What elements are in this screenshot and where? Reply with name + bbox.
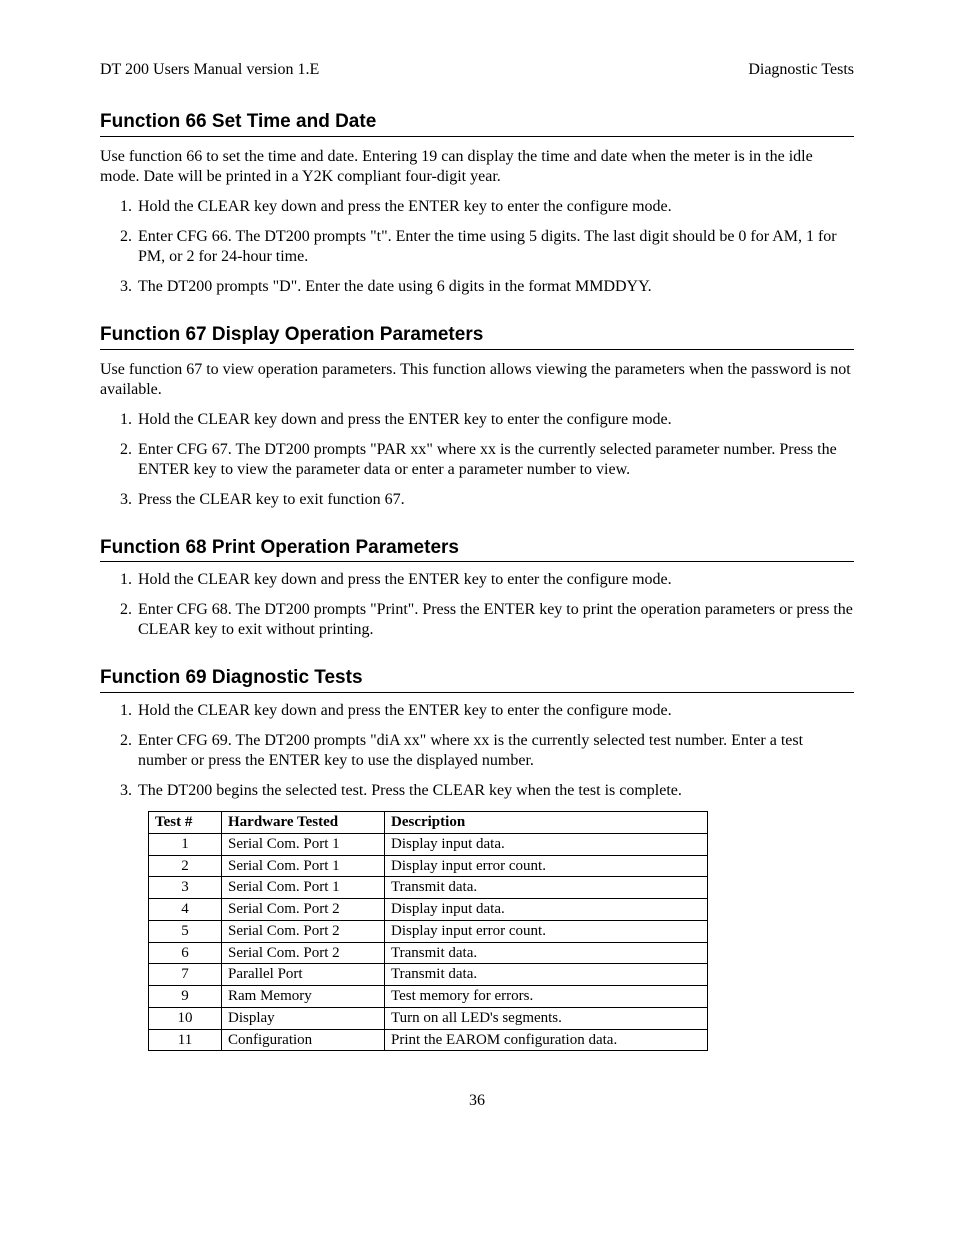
section-67-title: Function 67 Display Operation Parameters bbox=[100, 323, 854, 350]
section-66-title: Function 66 Set Time and Date bbox=[100, 110, 854, 137]
page-header: DT 200 Users Manual version 1.E Diagnost… bbox=[100, 60, 854, 80]
list-item: Hold the CLEAR key down and press the EN… bbox=[136, 570, 854, 590]
list-item: Enter CFG 66. The DT200 prompts "t". Ent… bbox=[136, 227, 854, 267]
list-item: The DT200 prompts "D". Enter the date us… bbox=[136, 277, 854, 297]
cell-hardware: Serial Com. Port 2 bbox=[222, 899, 385, 921]
col-description: Description bbox=[385, 812, 708, 834]
table-row: 7Parallel PortTransmit data. bbox=[149, 964, 708, 986]
cell-hardware: Configuration bbox=[222, 1029, 385, 1051]
list-item: Press the CLEAR key to exit function 67. bbox=[136, 490, 854, 510]
section-67-steps: Hold the CLEAR key down and press the EN… bbox=[100, 410, 854, 510]
section-68-steps: Hold the CLEAR key down and press the EN… bbox=[100, 570, 854, 640]
cell-description: Transmit data. bbox=[385, 942, 708, 964]
table-row: 3Serial Com. Port 1Transmit data. bbox=[149, 877, 708, 899]
table-row: 5Serial Com. Port 2Display input error c… bbox=[149, 920, 708, 942]
cell-description: Print the EAROM configuration data. bbox=[385, 1029, 708, 1051]
list-item: Enter CFG 67. The DT200 prompts "PAR xx"… bbox=[136, 440, 854, 480]
table-row: 4Serial Com. Port 2Display input data. bbox=[149, 899, 708, 921]
table-row: 10DisplayTurn on all LED's segments. bbox=[149, 1007, 708, 1029]
cell-test-num: 11 bbox=[149, 1029, 222, 1051]
list-item: Hold the CLEAR key down and press the EN… bbox=[136, 197, 854, 217]
cell-description: Display input data. bbox=[385, 899, 708, 921]
cell-hardware: Parallel Port bbox=[222, 964, 385, 986]
col-test-num: Test # bbox=[149, 812, 222, 834]
section-67-intro: Use function 67 to view operation parame… bbox=[100, 360, 854, 400]
section-66-intro: Use function 66 to set the time and date… bbox=[100, 147, 854, 187]
cell-hardware: Serial Com. Port 1 bbox=[222, 833, 385, 855]
cell-test-num: 3 bbox=[149, 877, 222, 899]
col-hardware: Hardware Tested bbox=[222, 812, 385, 834]
table-row: 9Ram MemoryTest memory for errors. bbox=[149, 986, 708, 1008]
cell-hardware: Ram Memory bbox=[222, 986, 385, 1008]
table-row: 1Serial Com. Port 1Display input data. bbox=[149, 833, 708, 855]
list-item: The DT200 begins the selected test. Pres… bbox=[136, 781, 854, 801]
cell-hardware: Serial Com. Port 1 bbox=[222, 855, 385, 877]
cell-test-num: 9 bbox=[149, 986, 222, 1008]
cell-test-num: 6 bbox=[149, 942, 222, 964]
cell-hardware: Serial Com. Port 1 bbox=[222, 877, 385, 899]
cell-description: Transmit data. bbox=[385, 877, 708, 899]
cell-description: Test memory for errors. bbox=[385, 986, 708, 1008]
cell-description: Display input data. bbox=[385, 833, 708, 855]
table-row: 2Serial Com. Port 1Display input error c… bbox=[149, 855, 708, 877]
cell-hardware: Serial Com. Port 2 bbox=[222, 942, 385, 964]
list-item: Hold the CLEAR key down and press the EN… bbox=[136, 410, 854, 430]
cell-test-num: 5 bbox=[149, 920, 222, 942]
cell-test-num: 2 bbox=[149, 855, 222, 877]
section-69-title: Function 69 Diagnostic Tests bbox=[100, 666, 854, 693]
header-left: DT 200 Users Manual version 1.E bbox=[100, 60, 319, 80]
list-item: Enter CFG 68. The DT200 prompts "Print".… bbox=[136, 600, 854, 640]
cell-description: Transmit data. bbox=[385, 964, 708, 986]
section-68-title: Function 68 Print Operation Parameters bbox=[100, 536, 854, 563]
list-item: Enter CFG 69. The DT200 prompts "diA xx"… bbox=[136, 731, 854, 771]
cell-hardware: Display bbox=[222, 1007, 385, 1029]
cell-test-num: 1 bbox=[149, 833, 222, 855]
section-66-steps: Hold the CLEAR key down and press the EN… bbox=[100, 197, 854, 297]
diagnostic-tests-table: Test # Hardware Tested Description 1Seri… bbox=[148, 811, 708, 1051]
page-number: 36 bbox=[100, 1091, 854, 1111]
cell-test-num: 4 bbox=[149, 899, 222, 921]
cell-description: Turn on all LED's segments. bbox=[385, 1007, 708, 1029]
cell-test-num: 10 bbox=[149, 1007, 222, 1029]
cell-description: Display input error count. bbox=[385, 855, 708, 877]
table-row: 11ConfigurationPrint the EAROM configura… bbox=[149, 1029, 708, 1051]
table-row: 6Serial Com. Port 2Transmit data. bbox=[149, 942, 708, 964]
header-right: Diagnostic Tests bbox=[748, 60, 854, 80]
cell-hardware: Serial Com. Port 2 bbox=[222, 920, 385, 942]
list-item: Hold the CLEAR key down and press the EN… bbox=[136, 701, 854, 721]
cell-test-num: 7 bbox=[149, 964, 222, 986]
cell-description: Display input error count. bbox=[385, 920, 708, 942]
section-69-steps: Hold the CLEAR key down and press the EN… bbox=[100, 701, 854, 801]
table-header-row: Test # Hardware Tested Description bbox=[149, 812, 708, 834]
